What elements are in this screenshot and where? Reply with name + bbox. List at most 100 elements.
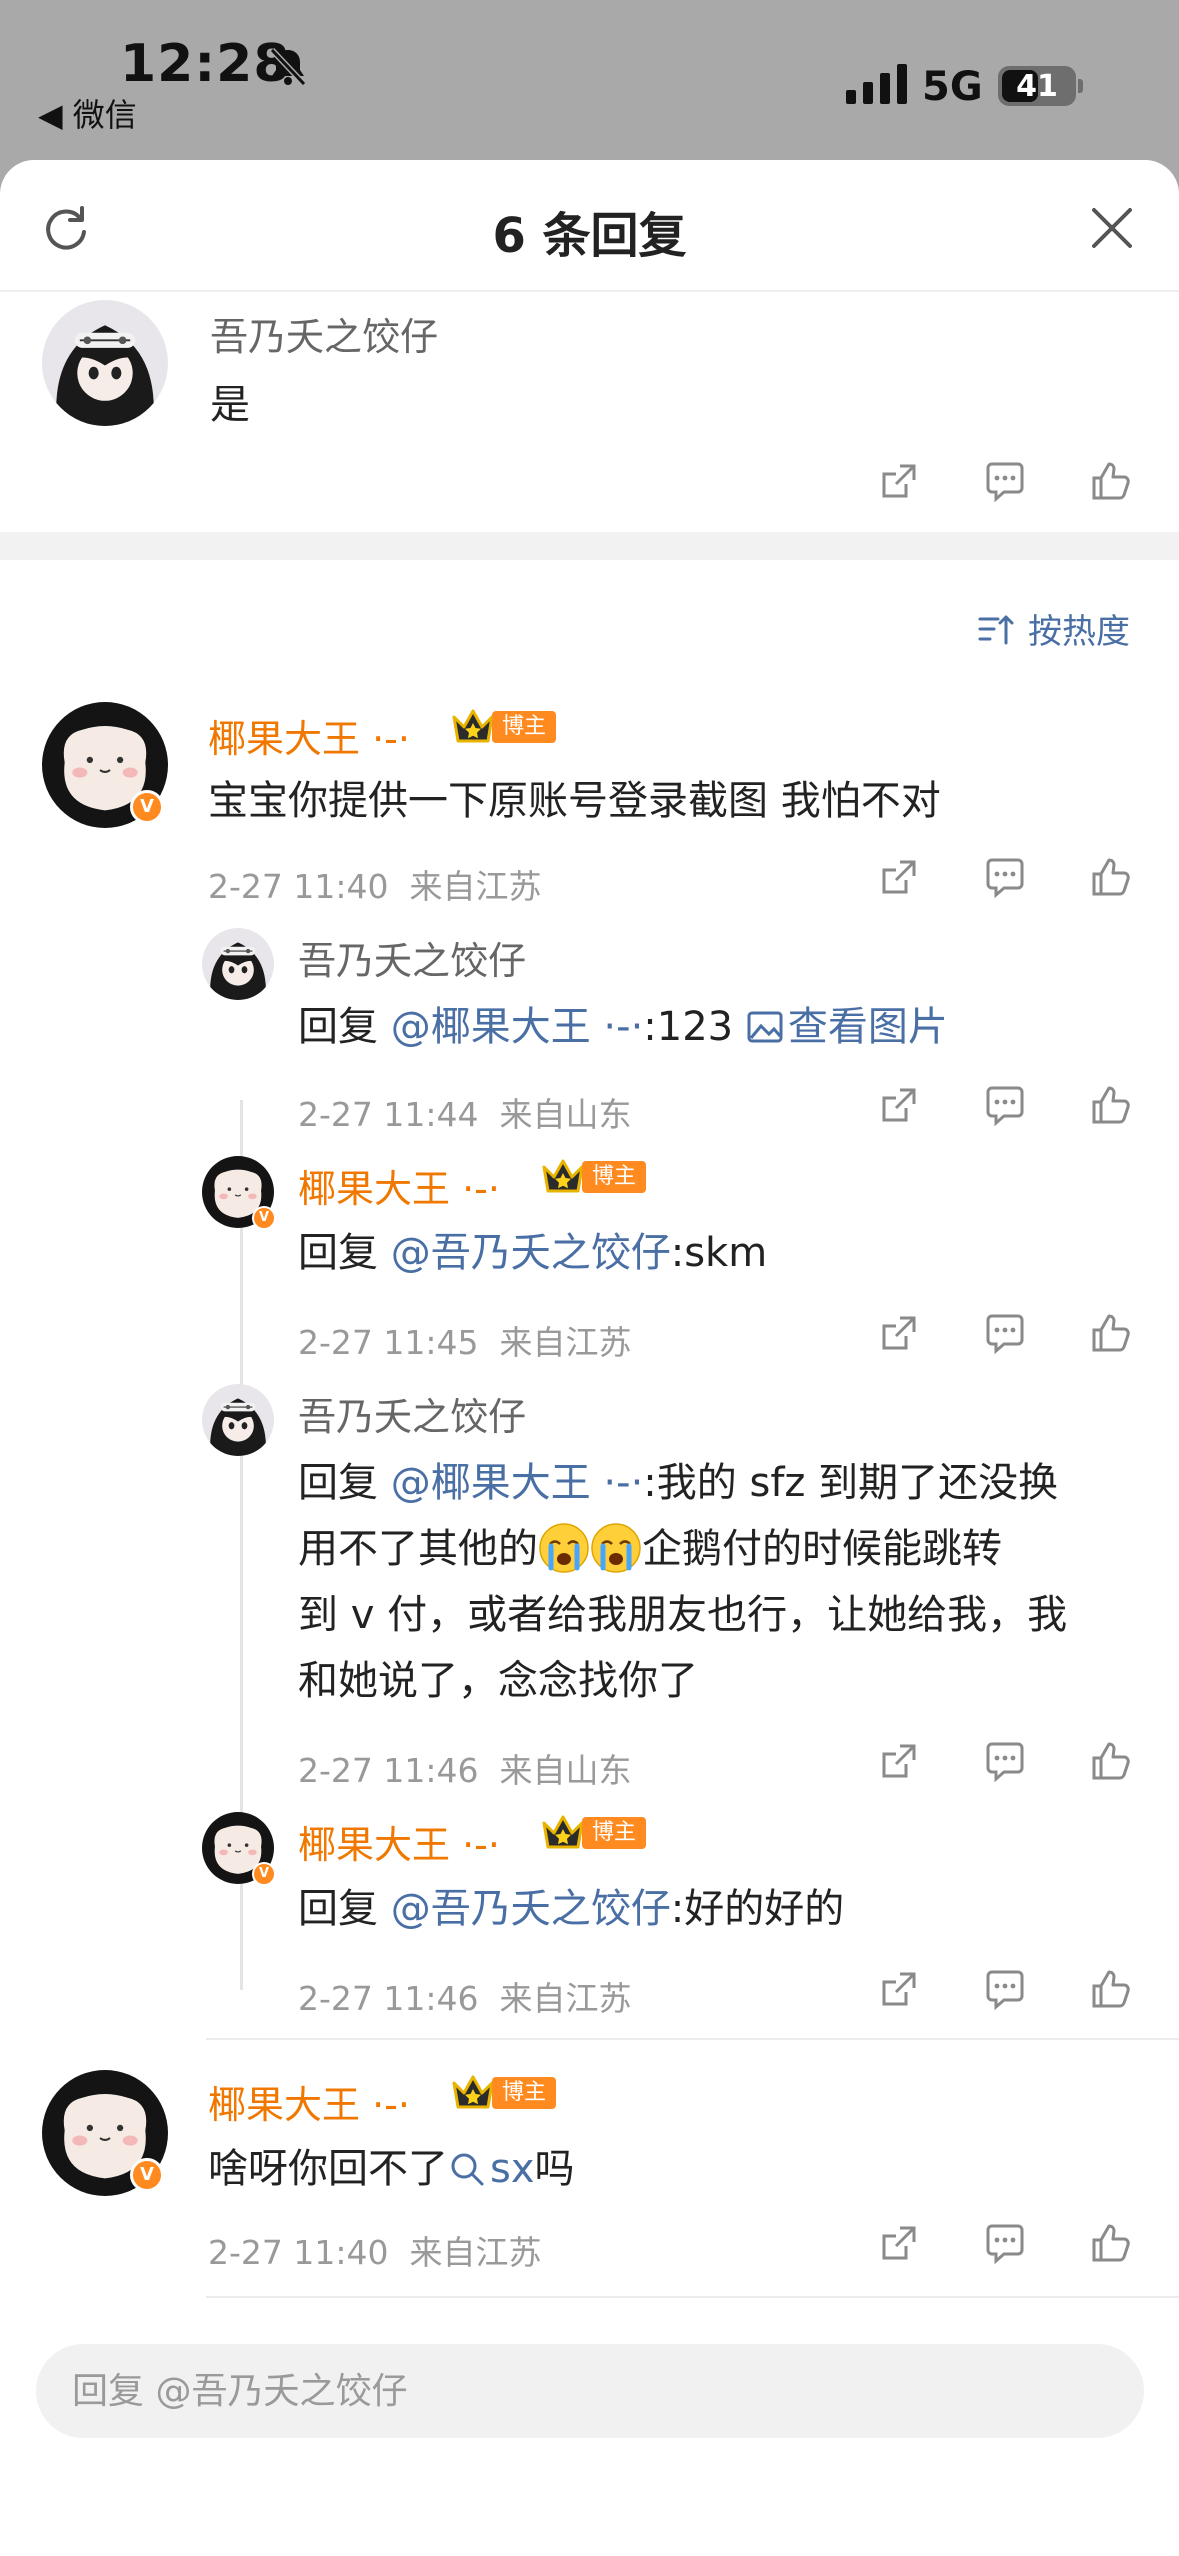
reply-meta: 2-27 11:46 来自山东 — [298, 1744, 631, 1792]
share-icon[interactable] — [876, 1966, 922, 2012]
crown-icon — [540, 1813, 586, 1853]
mention-link[interactable]: @椰果大王 ·-· — [391, 1460, 644, 1506]
reply-username[interactable]: 椰果大王 ·-· — [298, 1814, 500, 1869]
reply-time: 2-27 11:45 — [298, 1323, 479, 1362]
comment-text: 宝宝你提供一下原账号登录截图 我怕不对 — [208, 778, 941, 824]
like-icon[interactable] — [1088, 1738, 1134, 1784]
battery-icon: 41 — [998, 66, 1076, 106]
like-icon[interactable] — [1088, 458, 1134, 504]
comment-text: 是 — [210, 382, 250, 428]
comment-icon[interactable] — [982, 2220, 1028, 2266]
reply-username[interactable]: 吾乃夭之饺仔 — [298, 1386, 526, 1441]
share-icon[interactable] — [876, 458, 922, 504]
section-divider — [0, 532, 1179, 560]
reply-time: 2-27 11:46 — [298, 1751, 479, 1790]
crown-icon — [450, 707, 496, 747]
comment-icon[interactable] — [982, 458, 1028, 504]
reply-location: 来自山东 — [499, 1095, 632, 1134]
blogger-badge: 博主 — [450, 707, 557, 747]
sort-icon — [978, 615, 1014, 644]
reply-text: 回复 @吾乃夭之饺仔:skm — [298, 1230, 768, 1276]
divider — [206, 2038, 1179, 2040]
image-icon — [747, 1011, 783, 1043]
reply-text-line: 到 v 付，或者给我朋友也行，让她给我，我 — [298, 1592, 1068, 1638]
signal-icon — [846, 64, 907, 104]
verified-badge: V — [130, 790, 164, 824]
reply-username[interactable]: 椰果大王 ·-· — [298, 1158, 500, 1213]
comment-icon[interactable] — [982, 1738, 1028, 1784]
like-icon[interactable] — [1088, 1966, 1134, 2012]
comment-username[interactable]: 椰果大王 ·-· — [208, 708, 410, 763]
blogger-badge-label: 博主 — [492, 2077, 557, 2109]
comment-time: 2-27 11:40 — [208, 867, 389, 906]
reply-text-line: 用不了其他的 企鹅付的时候能跳转 — [298, 1516, 1002, 1582]
comment-meta: 2-27 11:40 来自江苏 — [208, 2226, 541, 2274]
comment-location: 来自江苏 — [409, 2233, 542, 2272]
reply-location: 来自江苏 — [499, 1979, 632, 2018]
reply-text: 回复 @椰果大王 ·-·:123 查看图片 — [298, 1004, 948, 1050]
crown-icon — [540, 1157, 586, 1197]
like-icon[interactable] — [1088, 1310, 1134, 1356]
comment-meta: 2-27 11:40 来自江苏 — [208, 860, 541, 908]
crown-icon — [450, 2073, 496, 2113]
reply-meta: 2-27 11:46 来自江苏 — [298, 1972, 631, 2020]
comment-username[interactable]: 吾乃夭之饺仔 — [210, 306, 438, 361]
comment-username[interactable]: 椰果大王 ·-· — [208, 2074, 410, 2129]
verified-badge: V — [130, 2158, 164, 2192]
comment-location: 来自江苏 — [409, 867, 542, 906]
divider — [206, 2296, 1179, 2298]
status-bar: 12:28 ◀ 微信 5G 41 — [0, 0, 1179, 160]
reply-input[interactable] — [72, 2344, 1112, 2438]
reply-time: 2-27 11:44 — [298, 1095, 479, 1134]
like-icon[interactable] — [1088, 2220, 1134, 2266]
avatar[interactable] — [202, 1384, 274, 1456]
status-time: 12:28 — [120, 34, 291, 94]
mention-link[interactable]: @椰果大王 ·-· — [391, 1004, 644, 1050]
blogger-badge: 博主 — [540, 1157, 647, 1197]
verified-badge: V — [252, 1862, 276, 1886]
blogger-badge: 博主 — [540, 1813, 647, 1853]
mention-link[interactable]: @吾乃夭之饺仔 — [391, 1886, 671, 1932]
like-icon[interactable] — [1088, 854, 1134, 900]
comment-icon[interactable] — [982, 1082, 1028, 1128]
sheet-title: 6 条回复 — [492, 208, 687, 264]
back-to-app-button[interactable]: ◀ 微信 — [38, 90, 137, 136]
sort-label: 按热度 — [1028, 612, 1130, 652]
reply-location: 来自江苏 — [499, 1323, 632, 1362]
reply-text-line: 和她说了，念念找你了 — [298, 1658, 698, 1704]
close-icon[interactable] — [1088, 204, 1136, 252]
reply-text: 回复 @吾乃夭之饺仔:好的好的 — [298, 1886, 845, 1932]
comment-icon[interactable] — [982, 854, 1028, 900]
share-icon[interactable] — [876, 1738, 922, 1784]
like-icon[interactable] — [1088, 1082, 1134, 1128]
blogger-badge-label: 博主 — [582, 1817, 647, 1849]
reply-username[interactable]: 吾乃夭之饺仔 — [298, 930, 526, 985]
reply-text-line: 回复 @椰果大王 ·-·:我的 sfz 到期了还没换 — [298, 1460, 1059, 1506]
reply-input-bar[interactable] — [36, 2344, 1144, 2438]
reply-meta: 2-27 11:44 来自山东 — [298, 1088, 631, 1136]
avatar[interactable] — [42, 300, 168, 426]
comment-text: 啥呀你回不了 sx吗 — [208, 2146, 575, 2192]
verified-badge: V — [252, 1206, 276, 1230]
comment-icon[interactable] — [982, 1310, 1028, 1356]
reply-meta: 2-27 11:45 来自江苏 — [298, 1316, 631, 1364]
share-icon[interactable] — [876, 1082, 922, 1128]
network-type: 5G — [922, 64, 983, 110]
share-icon[interactable] — [876, 2220, 922, 2266]
battery-level: 41 — [1016, 69, 1058, 104]
mention-link[interactable]: @吾乃夭之饺仔 — [391, 1230, 671, 1276]
blogger-badge: 博主 — [450, 2073, 557, 2113]
share-icon[interactable] — [876, 854, 922, 900]
sort-by-hot-button[interactable]: 按热度 — [976, 604, 1130, 653]
view-image-link[interactable]: 查看图片 — [746, 1004, 948, 1050]
blogger-badge-label: 博主 — [582, 1161, 647, 1193]
sheet-header: 6 条回复 — [0, 160, 1179, 292]
search-link[interactable]: sx — [448, 2146, 535, 2192]
comment-time: 2-27 11:40 — [208, 2233, 389, 2272]
share-icon[interactable] — [876, 1310, 922, 1356]
reply-time: 2-27 11:46 — [298, 1979, 479, 2018]
crying-emoji — [538, 1522, 590, 1574]
comment-icon[interactable] — [982, 1966, 1028, 2012]
avatar[interactable] — [202, 928, 274, 1000]
crying-emoji — [590, 1522, 642, 1574]
